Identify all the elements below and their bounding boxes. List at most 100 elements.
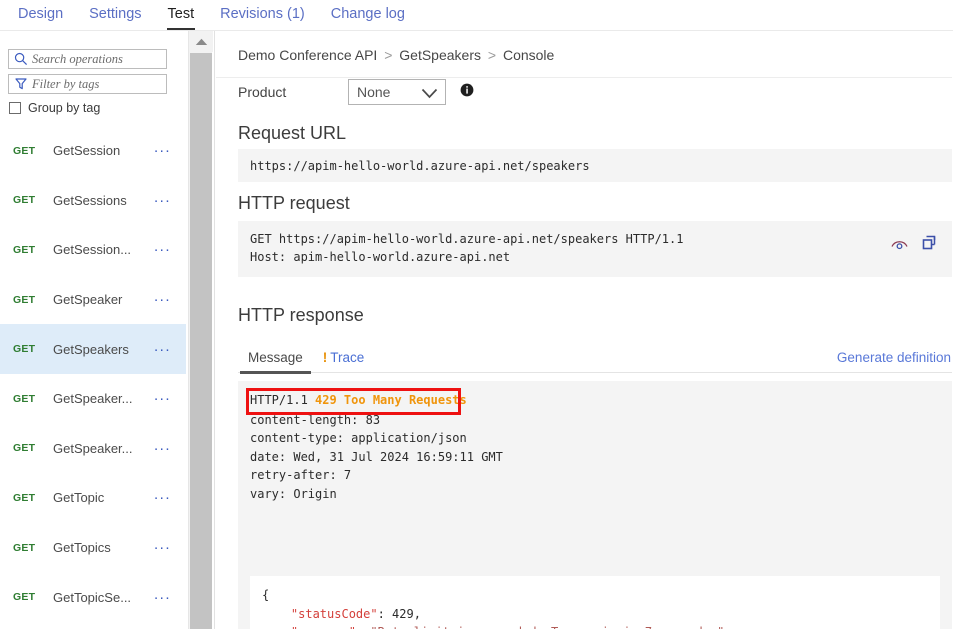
http-verb-badge: GET (13, 194, 53, 206)
http-verb-badge: GET (13, 492, 53, 504)
json-key-message: "message" (291, 625, 356, 629)
operations-sidebar: Search operations Filter by tags Group b… (0, 31, 186, 629)
response-header-content-length: content-length: 83 (250, 411, 941, 430)
search-operations-placeholder: Search operations (28, 52, 123, 67)
response-header-content-type: content-type: application/json (250, 429, 941, 448)
chevron-down-icon (421, 86, 438, 102)
operation-context-menu-icon[interactable]: ... (154, 541, 186, 554)
operation-name: GetTopic (53, 490, 154, 505)
operation-row-getspeaker-truncated-2[interactable]: GET GetSpeaker... ... (0, 424, 186, 474)
operation-row-getsession[interactable]: GET GetSession ... (0, 126, 186, 176)
group-by-tag-toggle[interactable]: Group by tag (9, 101, 100, 115)
operation-name: GetTopicSe... (53, 590, 154, 605)
json-value-message: "Rate limit is exceeded. Try again in 7 … (370, 625, 724, 629)
info-icon[interactable] (460, 83, 474, 102)
operation-name: GetSpeakers (53, 342, 154, 357)
http-verb-badge: GET (13, 542, 53, 554)
search-icon (14, 52, 28, 66)
warning-exclamation-icon: ! (323, 350, 328, 365)
operation-context-menu-icon[interactable]: ... (154, 491, 186, 504)
tab-trace[interactable]: !Trace (313, 350, 375, 372)
json-line-message: "message": "Rate limit is exceeded. Try … (262, 623, 928, 629)
operations-list-scrollbar[interactable] (188, 31, 212, 629)
operation-context-menu-icon[interactable]: ... (154, 293, 186, 306)
breadcrumb-separator: > (485, 47, 499, 63)
operation-context-menu-icon[interactable]: ... (154, 343, 186, 356)
http-verb-badge: GET (13, 591, 53, 603)
response-status-line-wrapper: HTTP/1.1 429 Too Many Requests (250, 390, 941, 411)
filter-by-tags-placeholder: Filter by tags (28, 77, 99, 92)
response-header-date: date: Wed, 31 Jul 2024 16:59:11 GMT (250, 448, 941, 467)
tab-test[interactable]: Test (155, 0, 208, 25)
copy-icon[interactable] (921, 235, 939, 258)
json-open-brace: { (262, 586, 928, 605)
operation-row-getsession-truncated[interactable]: GET GetSession... ... (0, 225, 186, 275)
panel-divider (214, 31, 215, 629)
http-verb-badge: GET (13, 145, 53, 157)
operation-name: GetSpeaker... (53, 391, 154, 406)
operation-context-menu-icon[interactable]: ... (154, 144, 186, 157)
operation-row-gettopicse-truncated[interactable]: GET GetTopicSe... ... (0, 572, 186, 622)
tab-settings[interactable]: Settings (76, 0, 154, 25)
breadcrumb-divider (216, 77, 953, 78)
product-label: Product (238, 84, 348, 100)
response-status-line: HTTP/1.1 429 Too Many Requests (246, 390, 471, 411)
generate-definition-link[interactable]: Generate definition (837, 350, 953, 372)
operation-context-menu-icon[interactable]: ... (154, 442, 186, 455)
tab-message-label: Message (248, 350, 303, 365)
scrollbar-thumb[interactable] (190, 53, 212, 629)
operation-row-getspeaker-truncated-1[interactable]: GET GetSpeaker... ... (0, 374, 186, 424)
operation-row-gettopics[interactable]: GET GetTopics ... (0, 523, 186, 573)
funnel-icon (14, 77, 28, 91)
operation-row-getspeaker[interactable]: GET GetSpeaker ... (0, 275, 186, 325)
search-operations-field[interactable]: Search operations (8, 49, 167, 69)
operation-name: GetSessions (53, 193, 154, 208)
operation-context-menu-icon[interactable]: ... (154, 194, 186, 207)
group-by-tag-checkbox[interactable] (9, 102, 21, 114)
operation-name: GetSession (53, 143, 154, 158)
request-url-heading: Request URL (238, 123, 346, 144)
json-colon-message: : (356, 625, 370, 629)
console-main-panel: Demo Conference API > GetSpeakers > Cons… (216, 31, 953, 629)
scroll-up-button[interactable] (189, 31, 213, 52)
http-request-heading: HTTP request (238, 193, 350, 214)
request-url-value: https://apim-hello-world.azure-api.net/s… (250, 159, 590, 173)
group-by-tag-label: Group by tag (28, 101, 100, 115)
filter-by-tags-field[interactable]: Filter by tags (8, 74, 167, 94)
operation-row-gettopic[interactable]: GET GetTopic ... (0, 473, 186, 523)
tab-trace-label: Trace (330, 350, 364, 365)
breadcrumb-page: Console (503, 47, 554, 63)
operation-row-getspeakers[interactable]: GET GetSpeakers ... (0, 324, 186, 374)
triangle-up-icon (195, 38, 208, 46)
json-line-statuscode: "statusCode": 429, (262, 605, 928, 624)
product-dropdown-value: None (357, 84, 390, 100)
json-value-statuscode: : 429, (378, 607, 421, 621)
operation-context-menu-icon[interactable]: ... (154, 392, 186, 405)
tab-revisions[interactable]: Revisions (1) (207, 0, 318, 25)
breadcrumb-separator: > (381, 47, 395, 63)
http-verb-badge: GET (13, 343, 53, 355)
tab-change-log[interactable]: Change log (318, 0, 418, 25)
breadcrumb-api[interactable]: Demo Conference API (238, 47, 377, 63)
tab-design[interactable]: Design (5, 0, 76, 25)
product-selector-row: Product None (238, 79, 474, 105)
operation-name: GetSpeaker... (53, 441, 154, 456)
operation-name: GetSpeaker (53, 292, 154, 307)
operation-row-getsessions[interactable]: GET GetSessions ... (0, 176, 186, 226)
api-top-navigation: Design Settings Test Revisions (1) Chang… (0, 0, 953, 30)
operation-context-menu-icon[interactable]: ... (154, 243, 186, 256)
operation-context-menu-icon[interactable]: ... (154, 591, 186, 604)
breadcrumb: Demo Conference API > GetSpeakers > Cons… (238, 47, 554, 63)
http-verb-badge: GET (13, 244, 53, 256)
response-protocol: HTTP/1.1 (250, 393, 308, 407)
breadcrumb-operation[interactable]: GetSpeakers (399, 47, 481, 63)
json-key-statuscode: "statusCode" (291, 607, 378, 621)
tab-message[interactable]: Message (238, 350, 313, 372)
http-verb-badge: GET (13, 294, 53, 306)
product-dropdown[interactable]: None (348, 79, 446, 105)
http-verb-badge: GET (13, 393, 53, 405)
request-url-box: https://apim-hello-world.azure-api.net/s… (238, 149, 953, 182)
http-response-tabs: Message !Trace Generate definition (238, 343, 953, 373)
response-header-retry-after: retry-after: 7 (250, 466, 941, 485)
eye-icon[interactable] (890, 237, 909, 256)
